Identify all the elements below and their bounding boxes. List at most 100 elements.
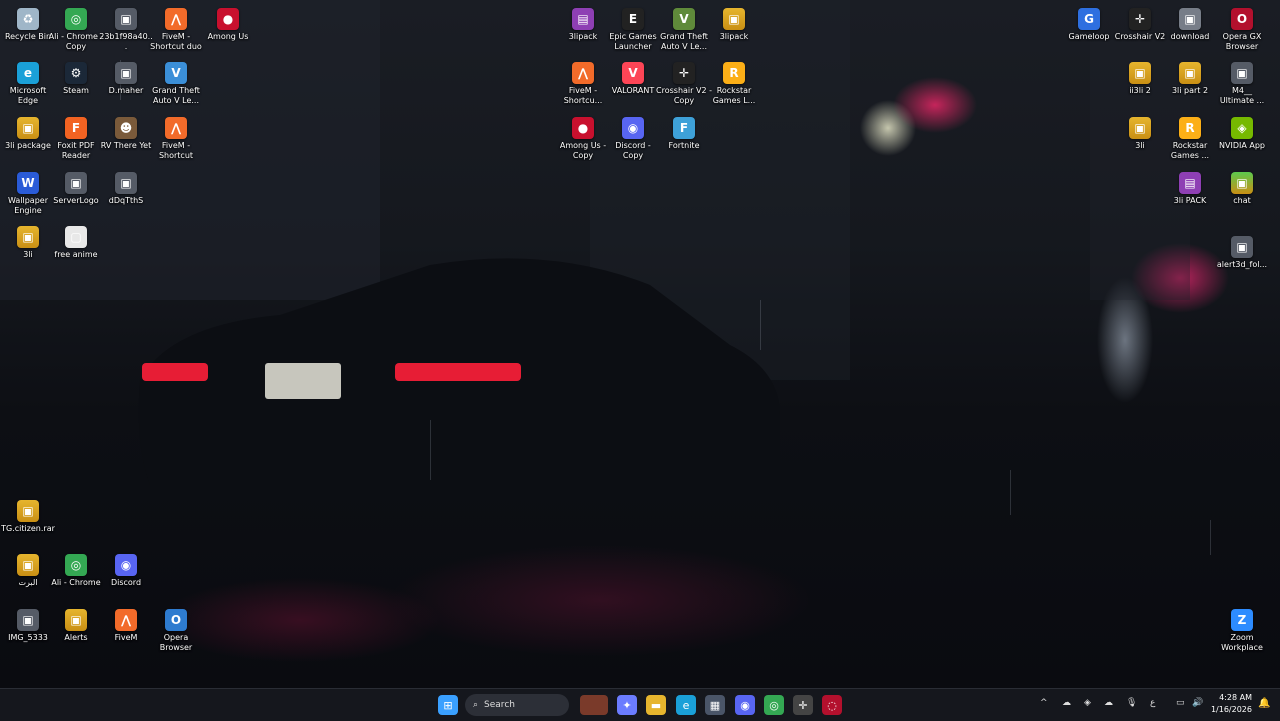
chrome-taskbar-icon[interactable]: ◎ — [764, 695, 784, 715]
desktop-icon[interactable]: ▣ ii3li 2 — [1112, 58, 1168, 112]
desktop-icon[interactable]: O Opera Browser — [148, 605, 204, 659]
desktop-icon-label: Alerts — [64, 633, 88, 642]
desktop-icon[interactable]: ● Among Us - Copy — [555, 113, 611, 167]
desktop-icon[interactable]: ◎ Ali - Chrome - Copy — [48, 4, 104, 58]
tray-icon[interactable]: ☁ — [1104, 698, 1113, 708]
notification-bell-icon[interactable]: 🔔 — [1258, 698, 1270, 709]
desktop-icon-label: Opera Browser — [159, 633, 193, 652]
among-us-icon: ● — [572, 117, 594, 139]
desktop-icon[interactable]: ◎ Ali - Chrome — [48, 550, 104, 604]
desktop-icon[interactable]: ◉ Discord — [98, 550, 154, 604]
desktop-icon[interactable]: V VALORANT — [605, 58, 661, 112]
tray-icon[interactable]: ع — [1150, 698, 1155, 708]
desktop-icon[interactable]: ▤ 3li PACK — [1162, 168, 1218, 222]
desktop-icon[interactable]: ⚙ Steam — [48, 58, 104, 112]
opera-gx-taskbar-icon[interactable]: ◌ — [822, 695, 842, 715]
desktop-icon[interactable]: F Foxit PDF Reader — [48, 113, 104, 167]
desktop-icon[interactable]: V Grand Theft Auto V Le... — [656, 4, 712, 58]
image-file-icon: ▣ — [17, 609, 39, 631]
widget-thumbnail-icon[interactable] — [580, 695, 608, 715]
desktop-icon[interactable]: ▤ 3lipack — [555, 4, 611, 58]
desktop-icon[interactable]: ▣ 3li — [1112, 113, 1168, 167]
desktop-icon[interactable]: ✛ Crosshair V2 — [1112, 4, 1168, 58]
game-icon: ☻ — [115, 117, 137, 139]
desktop-icon[interactable]: ▣ M4__ Ultimate ... — [1214, 58, 1270, 112]
desktop-icon[interactable]: ▣ D.maher — [98, 58, 154, 112]
desktop-icon[interactable]: ☻ RV There Yet — [98, 113, 154, 167]
folder-icon: ▣ — [1179, 62, 1201, 84]
store-icon[interactable]: ▦ — [705, 695, 725, 715]
desktop-icon[interactable]: ▣ ServerLogo — [48, 168, 104, 222]
search-label: Search — [484, 700, 515, 710]
opera-icon: O — [165, 609, 187, 631]
taskbar-search[interactable]: ⌕ Search — [465, 694, 569, 716]
desktop-icon[interactable]: ▣ 23b1f98a40... — [98, 4, 154, 58]
tray-icon[interactable]: 🔊 — [1192, 698, 1203, 708]
desktop-icon[interactable]: ▣ 3lipack — [706, 4, 762, 58]
desktop-icon[interactable]: ▣ dDqTthS — [98, 168, 154, 222]
desktop-icon-label: Grand Theft Auto V Le... — [152, 86, 200, 105]
tray-icon[interactable]: ◈ — [1084, 698, 1091, 708]
desktop-icon[interactable]: ▣ TG.citizen.rar — [0, 496, 56, 550]
desktop-icon[interactable]: G Gameloop — [1061, 4, 1117, 58]
crosshair-taskbar-icon[interactable]: ✛ — [793, 695, 813, 715]
desktop-icon[interactable]: ▣ chat — [1214, 168, 1270, 222]
desktop-icon-label: M4__ Ultimate ... — [1219, 86, 1265, 105]
discord-taskbar-icon[interactable]: ◉ — [735, 695, 755, 715]
desktop-icon-label: dDqTthS — [108, 196, 144, 205]
desktop-icon[interactable]: O Opera GX Browser — [1214, 4, 1270, 58]
tray-icon[interactable]: ☁ — [1062, 698, 1071, 708]
fivem-icon: ⋀ — [115, 609, 137, 631]
desktop-icon[interactable]: ⋀ FiveM - Shortcut duo — [148, 4, 204, 58]
desktop-icon[interactable]: ✛ Crosshair V2 - Copy — [656, 58, 712, 112]
desktop-icon[interactable]: ⋀ FiveM - Shortcu... — [555, 58, 611, 112]
desktop-icon-label: Discord - Copy — [615, 141, 651, 160]
desktop-icon[interactable]: ▣ Alerts — [48, 605, 104, 659]
desktop-icon[interactable]: Z Zoom Workplace — [1214, 605, 1270, 659]
rockstar-icon: R — [723, 62, 745, 84]
copilot-icon[interactable]: ✦ — [617, 695, 637, 715]
tray-icon[interactable]: ▭ — [1176, 698, 1185, 708]
winrar-icon: ▤ — [572, 8, 594, 30]
desktop-icon[interactable]: ◉ Discord - Copy — [605, 113, 661, 167]
image-file-icon: ▣ — [115, 172, 137, 194]
desktop-icon[interactable]: V Grand Theft Auto V Le... — [148, 58, 204, 112]
fortnite-icon: F — [673, 117, 695, 139]
desktop-icon-label: 3lipack — [568, 32, 598, 41]
start-button[interactable]: ⊞ — [438, 695, 458, 715]
folder-icon: ▣ — [17, 554, 39, 576]
desktop-icon[interactable]: ▣ alert3d_fol... — [1214, 232, 1270, 286]
desktop-icon[interactable]: ▣ download — [1162, 4, 1218, 58]
desktop-icon[interactable]: E Epic Games Launcher — [605, 4, 661, 58]
desktop-icon[interactable]: ● Among Us — [200, 4, 256, 58]
desktop-icon-label: Crosshair V2 — [1114, 32, 1166, 41]
crosshair-icon: ✛ — [1129, 8, 1151, 30]
desktop-icon[interactable]: ▢ free anime — [48, 222, 104, 276]
edge-taskbar-icon[interactable]: e — [676, 695, 696, 715]
epic-icon: E — [622, 8, 644, 30]
desktop-icon-label: Foxit PDF Reader — [57, 141, 95, 160]
desktop-icon-label: Ali - Chrome — [51, 578, 101, 587]
discord-icon: ◉ — [115, 554, 137, 576]
desktop-icon[interactable]: ▣ 3li part 2 — [1162, 58, 1218, 112]
file-icon: ▢ — [65, 226, 87, 248]
desktop-icon-label: TG.citizen.rar — [1, 524, 55, 533]
foxit-icon: F — [65, 117, 87, 139]
desktop-icon[interactable]: F Fortnite — [656, 113, 712, 167]
desktop-icon[interactable]: ◈ NVIDIA App — [1214, 113, 1270, 167]
tray-icon[interactable]: 🎙 — [1126, 698, 1137, 708]
desktop-icon[interactable]: ⋀ FiveM - Shortcut — [148, 113, 204, 167]
desktop-icon-label: alert3d_fol... — [1216, 260, 1268, 269]
clock[interactable]: 4:28 AM 1/16/2026 — [1206, 692, 1252, 716]
nvidia-icon: ◈ — [1231, 117, 1253, 139]
image-file-icon: ▣ — [1231, 236, 1253, 258]
tray-icon[interactable]: ^ — [1040, 698, 1048, 708]
desktop-icon[interactable]: ⋀ FiveM — [98, 605, 154, 659]
desktop-icon[interactable]: R Rockstar Games L... — [706, 58, 762, 112]
fivem-icon: ⋀ — [572, 62, 594, 84]
image-file-icon: ▣ — [115, 8, 137, 30]
folder-icon: ▣ — [17, 226, 39, 248]
chrome-icon: ◎ — [65, 8, 87, 30]
file-explorer-icon[interactable]: ▬ — [646, 695, 666, 715]
desktop-icon[interactable]: R Rockstar Games ... — [1162, 113, 1218, 167]
